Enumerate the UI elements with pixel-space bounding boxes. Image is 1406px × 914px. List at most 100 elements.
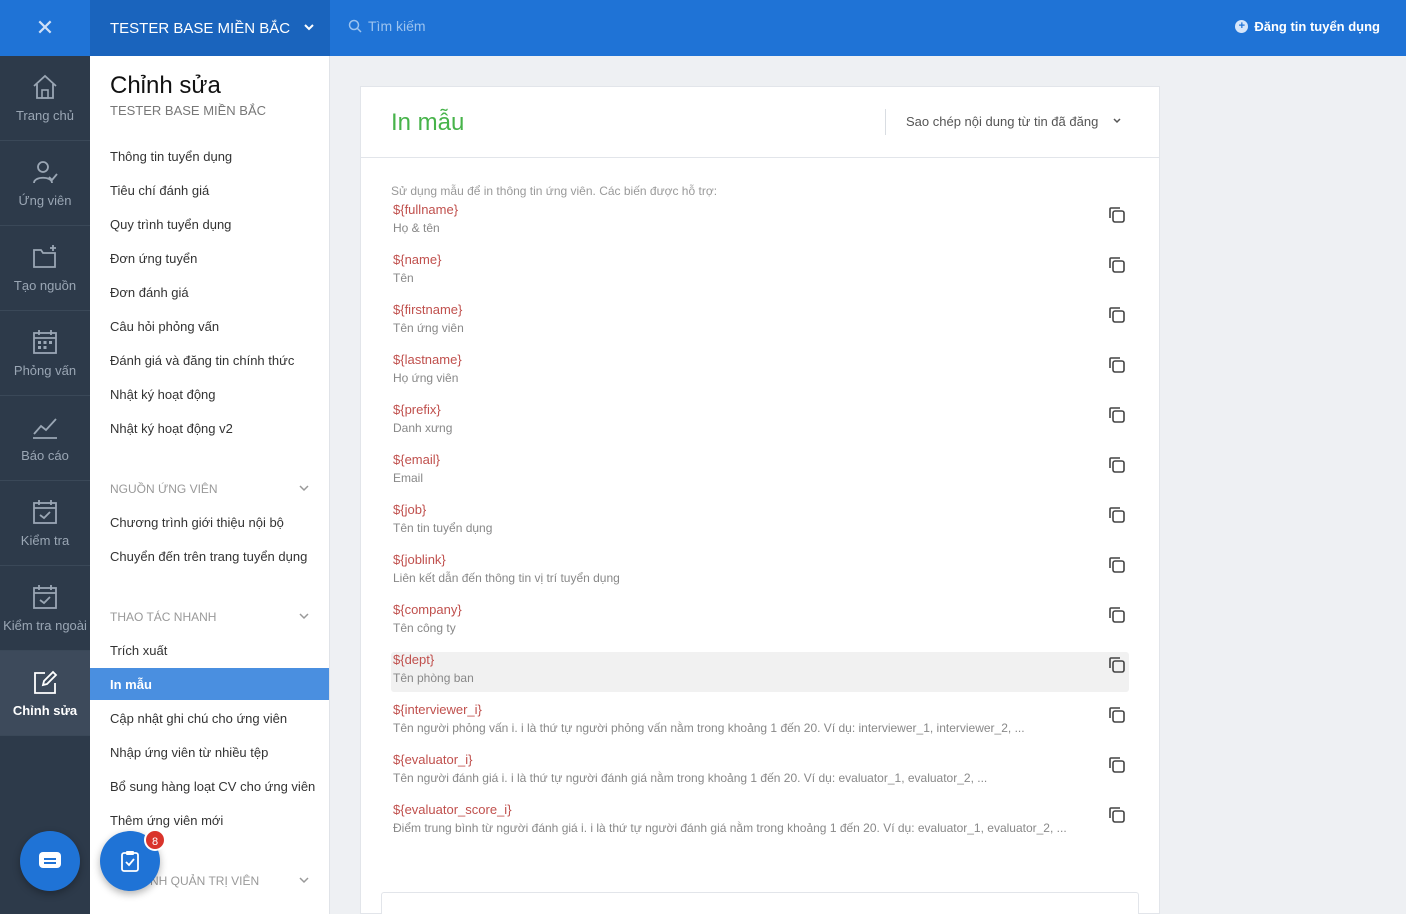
sidebar-item-career-site[interactable]: Chuyển đến trên trang tuyển dụng	[110, 549, 307, 564]
variable-row: ${interviewer_i} Tên người phỏng vấn i. i…	[391, 702, 1129, 742]
close-button[interactable]: ✕	[0, 0, 90, 56]
sidebar-item-print-template[interactable]: In mẫu	[90, 668, 329, 700]
sidebar-item-interview-questions[interactable]: Câu hỏi phỏng vấn	[110, 319, 219, 334]
nav-external-tests[interactable]: Kiểm tra ngoài	[0, 566, 90, 651]
copy-variable-button[interactable]	[1107, 805, 1127, 830]
calendar-check-icon	[33, 584, 57, 609]
nav-tests[interactable]: Kiểm tra	[0, 481, 90, 566]
variable-row: ${firstname} Tên ứng viên	[391, 302, 1129, 342]
chevron-down-icon	[299, 877, 309, 884]
copy-variable-button[interactable]	[1107, 755, 1127, 780]
intro-text: Sử dụng mẫu để in thông tin ứng viên. Cá…	[391, 184, 718, 198]
variable-description: Liên kết dẫn đến thông tin vị trí tuyển …	[393, 571, 620, 585]
nav-home[interactable]: Trang chủ	[0, 56, 90, 141]
nav-reports-label: Báo cáo	[21, 447, 69, 463]
variable-name: ${joblink}	[393, 552, 446, 567]
chat-button[interactable]	[20, 831, 80, 891]
sidebar-item-criteria[interactable]: Tiêu chí đánh giá	[110, 183, 209, 198]
section-candidate-sources[interactable]: NGUỒN ỨNG VIÊN	[110, 482, 310, 496]
sidebar-item-evaluation-form[interactable]: Đơn đánh giá	[110, 285, 189, 300]
copy-variable-button[interactable]	[1107, 355, 1127, 380]
sidebar-item-bulk-cv[interactable]: Bổ sung hàng loạt CV cho ứng viên	[110, 779, 315, 794]
calendar-icon	[33, 329, 57, 354]
variable-row: ${job} Tên tin tuyển dụng	[391, 502, 1129, 542]
copy-icon	[1109, 257, 1125, 273]
section-quick-actions[interactable]: THAO TÁC NHANH	[110, 610, 310, 624]
copy-variable-button[interactable]	[1107, 305, 1127, 330]
copy-icon	[1109, 557, 1125, 573]
search-bar[interactable]: Tìm kiếm	[348, 18, 426, 34]
close-icon: ✕	[35, 15, 55, 40]
variable-row: ${name} Tên	[391, 252, 1129, 292]
nav-candidates[interactable]: Ứng viên	[0, 141, 90, 226]
sidebar-item-import-files[interactable]: Nhập ứng viên từ nhiều tệp	[110, 745, 268, 760]
nav-tests-label: Kiểm tra	[20, 532, 70, 548]
copy-variable-button[interactable]	[1107, 405, 1127, 430]
variable-name: ${evaluator_i}	[393, 752, 473, 767]
copy-variable-button[interactable]	[1107, 255, 1127, 280]
variable-description: Tên	[393, 271, 414, 285]
variable-name: ${evaluator_score_i}	[393, 802, 512, 817]
variable-name: ${lastname}	[393, 352, 462, 367]
sidebar-item-export[interactable]: Trích xuất	[110, 643, 167, 658]
sidebar-item-add-candidate[interactable]: Thêm ứng viên mới	[110, 813, 223, 828]
copy-variable-button[interactable]	[1107, 555, 1127, 580]
add-template-button[interactable]	[381, 892, 1139, 914]
main-nav-rail: Trang chủ Ứng viên Tạo nguồn Phỏng vấn B…	[0, 56, 90, 914]
copy-variable-button[interactable]	[1107, 605, 1127, 630]
chart-line-icon	[33, 417, 57, 439]
sidebar-item-application-form[interactable]: Đơn ứng tuyển	[110, 251, 197, 266]
copy-variable-button[interactable]	[1107, 205, 1127, 230]
post-job-label: Đăng tin tuyển dụng	[1254, 19, 1380, 34]
copy-variable-button[interactable]	[1107, 655, 1127, 680]
calendar-check-icon	[33, 499, 57, 524]
variable-description: Danh xưng	[393, 421, 453, 435]
edit-icon	[34, 670, 58, 694]
nav-edit[interactable]: Chỉnh sửa	[0, 651, 90, 736]
copy-variable-button[interactable]	[1107, 455, 1127, 480]
nav-interview[interactable]: Phỏng vấn	[0, 311, 90, 396]
sidebar-item-print-template-label: In mẫu	[110, 677, 152, 692]
user-check-icon	[33, 160, 58, 183]
search-input[interactable]: Tìm kiếm	[368, 18, 426, 34]
post-job-button[interactable]: + Đăng tin tuyển dụng	[1235, 19, 1380, 34]
sidebar-item-job-info[interactable]: Thông tin tuyển dụng	[110, 149, 232, 164]
top-bar: ✕ TESTER BASE MIỀN BẮC Tìm kiếm + Đăng t…	[0, 0, 1406, 56]
copy-icon	[1109, 757, 1125, 773]
variable-row: ${joblink} Liên kết dẫn đến thông tin vị …	[391, 552, 1129, 592]
sidebar-item-activity-log-v2[interactable]: Nhật ký hoạt động v2	[110, 421, 233, 436]
sidebar-item-update-notes[interactable]: Cập nhật ghi chú cho ứng viên	[110, 711, 287, 726]
company-switcher[interactable]: TESTER BASE MIỀN BẮC	[90, 0, 330, 56]
copy-from-posted-dropdown[interactable]: Sao chép nội dung từ tin đã đăng	[885, 109, 1122, 135]
nav-edit-label: Chỉnh sửa	[12, 702, 78, 718]
sidebar-item-activity-log[interactable]: Nhật ký hoạt động	[110, 387, 216, 402]
variable-row: ${fullname} Họ & tên	[391, 202, 1129, 242]
variable-row: ${dept} Tên phòng ban	[391, 652, 1129, 692]
plus-circle-icon: +	[1235, 20, 1249, 33]
copy-variable-button[interactable]	[1107, 705, 1127, 730]
nav-candidates-label: Ứng viên	[18, 192, 72, 208]
search-icon	[348, 19, 362, 33]
nav-external-tests-label: Kiểm tra ngoài	[3, 617, 87, 633]
sidebar-item-referral[interactable]: Chương trình giới thiệu nội bộ	[110, 515, 284, 530]
nav-sourcing[interactable]: Tạo nguồn	[0, 226, 90, 311]
variable-name: ${prefix}	[393, 402, 441, 417]
sidebar-item-process[interactable]: Quy trình tuyển dụng	[110, 217, 231, 232]
sidebar-title: Chỉnh sửa	[110, 72, 221, 99]
page-title: In mẫu	[391, 109, 465, 136]
variable-row: ${prefix} Danh xưng	[391, 402, 1129, 442]
variable-description: Email	[393, 471, 424, 485]
nav-sourcing-label: Tạo nguồn	[13, 277, 77, 293]
variable-description: Tên người đánh giá i. i là thứ tự người …	[393, 771, 988, 785]
variable-name: ${fullname}	[393, 202, 459, 217]
chat-icon	[39, 852, 61, 868]
copy-variable-button[interactable]	[1107, 505, 1127, 530]
copy-icon	[1109, 657, 1125, 673]
sidebar-item-review-publish[interactable]: Đánh giá và đăng tin chính thức	[110, 353, 294, 368]
chevron-down-icon	[304, 24, 314, 31]
nav-reports[interactable]: Báo cáo	[0, 396, 90, 481]
folder-plus-icon	[33, 244, 56, 268]
variable-description: Họ & tên	[393, 221, 440, 235]
card-header: In mẫu Sao chép nội dung từ tin đã đăng	[361, 87, 1159, 158]
copy-icon	[1109, 357, 1125, 373]
